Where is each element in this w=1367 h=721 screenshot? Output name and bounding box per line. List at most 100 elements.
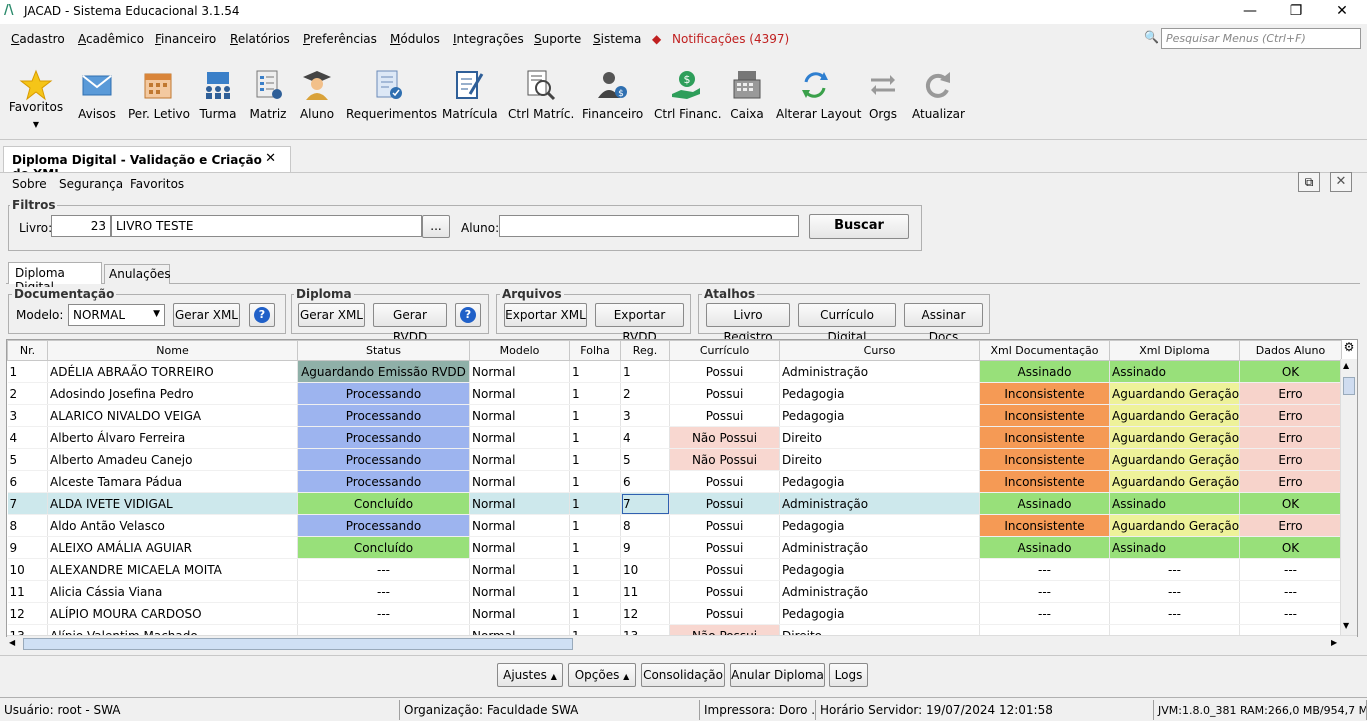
diploma-gerar-xml-button[interactable]: Gerar XML <box>298 303 365 327</box>
livro-number-field[interactable]: 23 <box>51 215 111 237</box>
close-tab-icon[interactable]: ✕ <box>265 151 276 166</box>
opcoes-button[interactable]: Opções ▲ <box>568 663 636 687</box>
table-cell: ALÍPIO MOURA CARDOSO <box>47 602 298 625</box>
table-row[interactable]: 10 ALEXANDRE MICAELA MOITA --- Normal 1 10 Pos… <box>7 558 1342 581</box>
exportar-rvdd-button[interactable]: Exportar RVDD <box>595 303 684 344</box>
menu-suporte[interactable]: Suporte <box>534 32 581 46</box>
inner-menu-seguranca[interactable]: Segurança <box>59 177 123 191</box>
table-row[interactable]: 8 Aldo Antão Velasco Processando Normal 1 8 Po… <box>7 514 1342 537</box>
scroll-right-icon[interactable]: ▶ <box>1331 638 1337 647</box>
modelo-select[interactable]: NORMAL ▼ <box>68 304 165 326</box>
orgs-button[interactable]: Orgs <box>864 54 902 140</box>
alterar-layout-button[interactable]: Alterar Layout <box>776 54 861 140</box>
scroll-thumb[interactable] <box>1343 377 1355 395</box>
doc-gerar-xml-button[interactable]: Gerar XML <box>173 303 240 327</box>
requerimentos-button[interactable]: Requerimentos <box>346 54 437 140</box>
swap-arrows-icon <box>802 72 828 98</box>
logs-button[interactable]: Logs <box>829 663 868 687</box>
column-header[interactable]: Xml Diploma <box>1109 340 1240 361</box>
ajustes-button[interactable]: Ajustes ▲ <box>497 663 563 687</box>
table-row[interactable]: 3 ALARICO NIVALDO VEIGA Processando Normal 1… <box>7 404 1342 427</box>
diploma-help-button[interactable]: ? <box>455 303 481 327</box>
matriz-button[interactable]: Matriz <box>248 54 288 140</box>
menu-financeiro[interactable]: Financeiro <box>155 32 216 46</box>
document-tab[interactable]: Diploma Digital - Validação e Criação do… <box>3 146 291 181</box>
menu-preferencias[interactable]: Preferências <box>303 32 377 46</box>
table-row[interactable]: 9 ALEIXO AMÁLIA AGUIAR Concluído Normal 1 9 Po… <box>7 536 1342 559</box>
table-row[interactable]: 2 Adosindo Josefina Pedro Processando Norma… <box>7 382 1342 405</box>
caixa-button[interactable]: Caixa <box>728 54 766 140</box>
livro-registro-button[interactable]: Livro Registro <box>706 303 790 344</box>
hscroll-thumb[interactable] <box>23 638 573 650</box>
avisos-button[interactable]: Avisos <box>76 54 118 140</box>
livro-name-field[interactable]: LIVRO TESTE <box>111 215 422 237</box>
column-header[interactable]: Folha <box>569 340 621 361</box>
matricula-button[interactable]: Matrícula <box>442 54 498 140</box>
diploma-gerar-rvdd-button[interactable]: Gerar RVDD <box>373 303 447 344</box>
scroll-down-icon[interactable]: ▼ <box>1343 621 1349 630</box>
menu-search-input[interactable]: Pesquisar Menus (Ctrl+F) <box>1161 28 1361 49</box>
per-letivo-button[interactable]: Per. Letivo <box>128 54 190 140</box>
menu-modulos[interactable]: Módulos <box>390 32 440 46</box>
financeiro-button[interactable]: $ Financeiro <box>582 54 643 140</box>
menu-integracoes[interactable]: Integrações <box>453 32 524 46</box>
exportar-xml-button[interactable]: Exportar XML <box>504 303 587 327</box>
favoritos-button[interactable]: Favoritos ▼ <box>8 54 64 140</box>
inner-menu-favoritos[interactable]: Favoritos <box>130 177 184 191</box>
column-header[interactable]: Nome <box>47 340 298 361</box>
menu-academico[interactable]: Acadêmico <box>78 32 144 46</box>
close-panel-icon[interactable]: ✕ <box>1330 172 1352 192</box>
table-row[interactable]: 1 ADÉLIA ABRAÃO TORREIRO Aguardando Emissã… <box>7 360 1342 383</box>
vertical-scrollbar[interactable]: ▲ ▼ <box>1340 359 1357 635</box>
table-cell: 2 <box>620 382 670 405</box>
tab-anulacoes[interactable]: Anulações <box>104 264 171 284</box>
column-header[interactable]: Dados Aluno <box>1239 340 1342 361</box>
ctrl-matric-button[interactable]: Ctrl Matríc. <box>508 54 574 140</box>
column-header[interactable]: Curso <box>779 340 980 361</box>
doc-help-button[interactable]: ? <box>249 303 275 327</box>
magnifier-doc-icon <box>527 70 556 101</box>
scroll-left-icon[interactable]: ◀ <box>9 638 15 647</box>
menu-cadastro[interactable]: Cadastro <box>11 32 65 46</box>
table-row[interactable]: 5 Alberto Amadeu Canejo Processando Normal 1… <box>7 448 1342 471</box>
table-row[interactable]: 12 ALÍPIO MOURA CARDOSO --- Normal 1 12 Possui… <box>7 602 1342 625</box>
close-window-button[interactable]: ✕ <box>1319 0 1365 22</box>
table-cell: Concluído <box>297 536 470 559</box>
table-cell: Administração <box>779 492 980 515</box>
consolidacao-button[interactable]: Consolidação <box>641 663 725 687</box>
table-row[interactable]: 7 ALDA IVETE VIDIGAL Concluído Normal 1 7 Poss… <box>7 492 1342 515</box>
assinar-docs-button[interactable]: Assinar Docs <box>904 303 983 344</box>
livro-lookup-button[interactable]: ... <box>422 215 450 238</box>
table-row[interactable]: 11 Alicia Cássia Viana --- Normal 1 11 Possui A… <box>7 580 1342 603</box>
scroll-up-icon[interactable]: ▲ <box>1343 361 1349 370</box>
menu-sistema[interactable]: Sistema <box>593 32 641 46</box>
aluno-button[interactable]: Aluno <box>298 54 336 140</box>
maximize-button[interactable]: ❐ <box>1273 0 1319 22</box>
gear-icon[interactable]: ⚙ <box>1341 340 1357 358</box>
table-row[interactable]: 6 Alceste Tamara Pádua Processando Normal 1 6… <box>7 470 1342 493</box>
inner-menu-sobre[interactable]: Sobre <box>12 177 47 191</box>
column-header[interactable]: Xml Documentação <box>979 340 1110 361</box>
column-header[interactable]: Nr. <box>7 340 48 361</box>
aluno-input[interactable] <box>499 215 799 237</box>
table-cell: --- <box>1239 580 1342 603</box>
column-header[interactable]: Reg. <box>620 340 670 361</box>
notifications-link[interactable]: Notificações (4397) <box>672 32 789 46</box>
menu-relatorios[interactable]: Relatórios <box>230 32 290 46</box>
tab-diploma-digital[interactable]: Diploma Digital <box>8 262 102 294</box>
buscar-button[interactable]: Buscar <box>809 214 909 239</box>
chevron-up-icon: ▲ <box>550 672 557 681</box>
column-header[interactable]: Currículo <box>669 340 780 361</box>
minimize-button[interactable]: — <box>1227 0 1273 22</box>
turma-button[interactable]: Turma <box>198 54 238 140</box>
anular-diploma-button[interactable]: Anular Diploma <box>730 663 825 687</box>
column-header[interactable]: Status <box>297 340 470 361</box>
table-cell: 1 <box>569 448 621 471</box>
atualizar-button[interactable]: Atualizar <box>912 54 965 140</box>
curriculo-digital-button[interactable]: Currículo Digital <box>798 303 896 344</box>
column-header[interactable]: Modelo <box>469 340 570 361</box>
horizontal-scrollbar[interactable]: ◀ ▶ <box>7 635 1357 651</box>
popout-icon[interactable]: ⧉ <box>1298 172 1320 192</box>
ctrl-financ-button[interactable]: $ Ctrl Financ. <box>654 54 722 140</box>
table-row[interactable]: 4 Alberto Álvaro Ferreira Processando Norma… <box>7 426 1342 449</box>
